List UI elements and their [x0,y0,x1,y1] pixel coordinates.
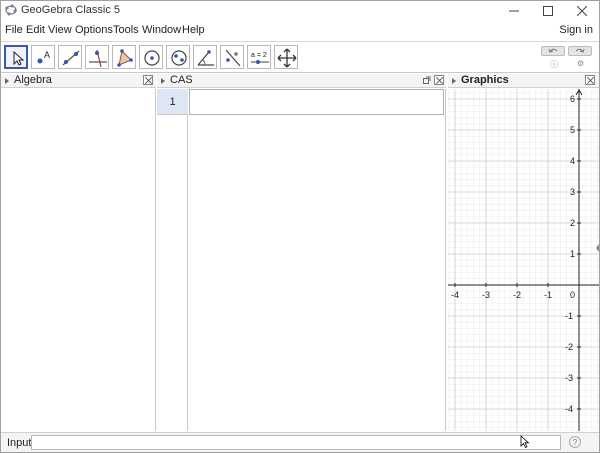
close-cas-button[interactable] [434,75,444,85]
slider-icon: a = 2 [251,52,269,64]
ellipse-icon [171,50,187,66]
perpendicular-tool-button[interactable] [85,45,109,69]
collapse-sidebar-arrow-icon[interactable] [596,244,599,252]
y-tick-label: 6 [570,94,575,104]
close-window-button[interactable] [565,1,599,21]
point-tool-button[interactable]: A [31,45,55,69]
minimize-button[interactable] [497,1,531,21]
window-title: GeoGebra Classic 5 [21,4,121,16]
y-tick-label: -3 [565,373,573,383]
redo-icon [575,48,585,53]
y-tick-label: 4 [570,156,575,166]
perpendicular-icon [89,49,107,68]
input-bar: Input: ? [1,432,599,452]
point-icon: A [37,50,50,64]
graphics-title: Graphics [461,74,509,86]
y-tick-label: 2 [570,218,575,228]
polygon-icon [117,49,133,67]
menu-edit[interactable]: Edit [26,24,45,36]
algebra-view[interactable] [1,89,156,431]
input-field[interactable] [31,435,561,450]
angle-tool-button[interactable] [193,45,217,69]
menu-window[interactable]: Window [142,24,181,36]
maximize-button[interactable] [531,1,565,21]
algebra-title: Algebra [14,74,52,86]
circle-icon [144,50,160,66]
input-help-icon[interactable]: ? [569,436,581,448]
algebra-panel-header: Algebra [1,74,156,88]
close-algebra-button[interactable] [143,75,153,85]
svg-text:A: A [44,50,50,60]
slider-tool-button[interactable]: a = 2 [247,45,271,69]
y-tick-label: 5 [570,125,575,135]
polygon-tool-button[interactable] [112,45,136,69]
cas-view: 1 [157,89,446,431]
menu-bar: File Edit View Options Tools Window Help… [1,22,599,40]
menu-file[interactable]: File [5,24,23,36]
x-tick-label: -3 [482,290,490,300]
expand-arrow-icon[interactable] [452,78,456,84]
line-icon [62,50,80,66]
x-tick-label: -2 [513,290,521,300]
conic-tool-button[interactable] [166,45,190,69]
reflect-icon [225,49,241,67]
close-graphics-button[interactable] [585,75,595,85]
arrow-cursor-icon [13,50,25,66]
title-bar: GeoGebra Classic 5 [1,1,599,21]
menu-options[interactable]: Options [75,24,113,36]
slider-label: a = 2 [251,52,267,59]
cas-title: CAS [170,74,193,86]
line-tool-button[interactable] [58,45,82,69]
cas-input-cell[interactable] [189,89,444,115]
y-tick-label: -1 [565,311,573,321]
help-circle-icon[interactable]: ⓘ [550,59,558,70]
y-tick-label: -4 [565,404,573,414]
move-tool-button[interactable] [4,45,28,69]
y-tick-label: 1 [570,249,575,259]
expand-arrow-icon[interactable] [161,78,165,84]
move-graphics-tool-button[interactable] [274,45,298,69]
graphics-view[interactable]: -4 -3 -2 -1 0 6 5 4 3 2 1 -1 -2 -3 -4 [448,89,599,431]
toolbar: A a = 2 ⓘ ⚙ [1,41,599,73]
angle-icon [197,50,214,66]
menu-help[interactable]: Help [182,24,205,36]
cas-row-gutter: 1 [157,89,188,431]
redo-button[interactable] [568,46,592,56]
expand-arrow-icon[interactable] [5,78,9,84]
gear-icon[interactable]: ⚙ [577,59,584,68]
cas-row-number[interactable]: 1 [157,89,188,115]
undo-button[interactable] [541,46,565,56]
y-tick-label: -2 [565,342,573,352]
coordinate-grid[interactable]: -4 -3 -2 -1 0 6 5 4 3 2 1 -1 -2 -3 -4 [448,89,599,431]
x-tick-label: 0 [570,290,575,300]
move-arrows-icon [277,48,297,68]
circle-tool-button[interactable] [139,45,163,69]
undo-icon [548,48,558,53]
x-tick-label: -1 [544,290,552,300]
x-tick-label: -4 [451,290,459,300]
geogebra-logo-icon [5,4,17,16]
undock-icon[interactable] [423,76,431,84]
menu-tools[interactable]: Tools [113,24,139,36]
cas-panel-header: CAS [157,74,446,88]
geogebra-window: GeoGebra Classic 5 File Edit View Option… [0,0,600,453]
mouse-cursor-icon [520,435,530,449]
sign-in-link[interactable]: Sign in [559,24,593,36]
y-tick-label: 3 [570,187,575,197]
menu-view[interactable]: View [48,24,72,36]
graphics-panel-header: Graphics [448,74,599,88]
reflect-tool-button[interactable] [220,45,244,69]
